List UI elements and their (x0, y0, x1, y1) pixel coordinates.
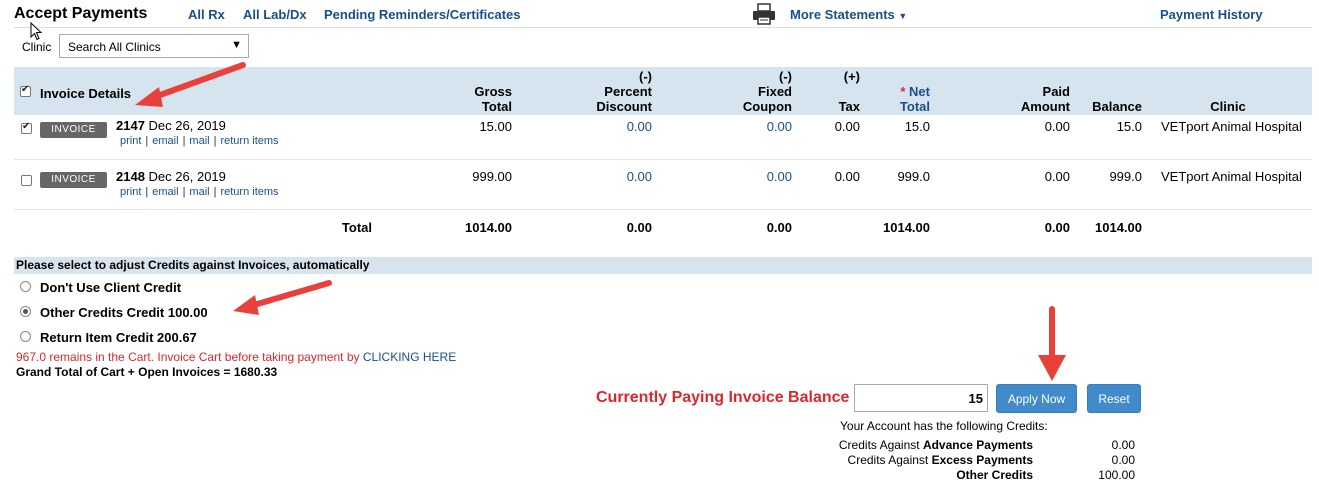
radio-label: Return Item Credit 200.67 (40, 330, 197, 345)
clinic-select[interactable]: Search All Clinics ▼ (59, 34, 249, 58)
radio-label: Don't Use Client Credit (40, 280, 182, 295)
annotation-arrow-icon (233, 280, 332, 315)
balance-value: 999.0 (1109, 169, 1142, 184)
nav-all-rx[interactable]: All Rx (188, 7, 225, 22)
invoice-button[interactable]: INVOICE (40, 172, 107, 188)
paying-balance-label: Currently Paying Invoice Balance (596, 389, 850, 406)
clinic-value: VETport Animal Hospital (1161, 169, 1302, 184)
col-fixed-coupon: (-) Fixed Coupon (742, 69, 792, 114)
percent-discount-value[interactable]: 0.00 (574, 169, 652, 184)
nav-payment-history[interactable]: Payment History (1160, 7, 1263, 22)
other-credits-label: Other Credits (956, 468, 1033, 482)
balance-value: 15.0 (1116, 119, 1142, 134)
printer-icon[interactable] (752, 3, 776, 25)
credits-section-header: Please select to adjust Credits against … (14, 257, 1312, 274)
col-gross: Gross Total (474, 84, 512, 114)
top-bar: Accept Payments All Rx All Lab/Dx Pendin… (0, 0, 1319, 28)
paid-amount-value: 0.00 (1044, 169, 1070, 184)
gross-value: 15.00 (479, 119, 512, 134)
fixed-coupon-value[interactable]: 0.00 (714, 119, 792, 134)
advance-payments-label: Credits Against Advance Payments (838, 438, 1033, 452)
radio-return-item-credit[interactable] (20, 331, 31, 342)
apply-now-button[interactable]: Apply Now (996, 384, 1077, 413)
invoice-button[interactable]: INVOICE (40, 122, 107, 138)
nav-all-labdx[interactable]: All Lab/Dx (243, 7, 307, 22)
nav-pending-reminders[interactable]: Pending Reminders/Certificates (324, 7, 521, 22)
total-percent: 0.00 (626, 220, 652, 235)
reset-button[interactable]: Reset (1087, 384, 1141, 413)
row-checkbox[interactable] (21, 121, 32, 134)
col-invoice-details: Invoice Details (40, 86, 132, 101)
return-items-link[interactable]: return items (220, 135, 278, 147)
mail-link[interactable]: mail (189, 135, 209, 147)
payment-amount-input[interactable]: 15 (854, 384, 988, 412)
more-statements-menu[interactable]: More Statements ▼ (790, 7, 907, 22)
annotation-arrow-icon (1038, 306, 1066, 381)
total-label: Total (341, 220, 372, 235)
total-row: Total 1014.00 0.00 0.00 1014.00 0.00 101… (14, 210, 1312, 246)
page-title: Accept Payments (14, 5, 148, 22)
invoice-links: print | email | mail | return items (120, 186, 279, 198)
table-row: INVOICE 2147 Dec 26, 2019 print|email|ma… (14, 115, 1312, 160)
account-credits-note: Your Account has the following Credits: (840, 419, 1048, 433)
tax-value: 0.00 (834, 169, 860, 184)
col-percent-discount: (-) Percent Discount (596, 69, 652, 114)
col-balance: Balance (1092, 99, 1142, 114)
email-link[interactable]: email (152, 135, 178, 147)
radio-dont-use-credit[interactable] (20, 281, 31, 292)
total-fixed: 0.00 (766, 220, 792, 235)
invoice-table-header: Invoice Details GrossTotal (-)PercentDis… (14, 67, 1312, 115)
radio-other-credits[interactable] (20, 306, 31, 317)
gross-value: 999.00 (472, 169, 512, 184)
cart-warning: 967.0 remains in the Cart. Invoice Cart … (16, 350, 457, 364)
invoice-links: print | email | mail | return items (120, 135, 279, 147)
caret-down-icon: ▼ (898, 11, 908, 21)
mouse-cursor-icon (30, 22, 43, 41)
advance-payments-value: 0.00 (1111, 438, 1135, 452)
caret-down-icon: ▼ (231, 39, 242, 51)
col-paid-amount: Paid Amount (1020, 84, 1070, 114)
clinic-value: VETport Animal Hospital (1161, 119, 1302, 134)
email-link[interactable]: email (152, 186, 178, 198)
total-net: 1014.00 (883, 220, 930, 235)
invoice-number-date: 2147 Dec 26, 2019 (116, 118, 226, 133)
grand-total-text: Grand Total of Cart + Open Invoices = 16… (16, 365, 278, 379)
clinic-label: Clinic (22, 40, 52, 54)
clicking-here-link[interactable]: CLICKING HERE (363, 350, 456, 364)
print-link[interactable]: print (120, 186, 141, 198)
total-gross: 1014.00 (465, 220, 512, 235)
net-total-value: 999.0 (897, 169, 930, 184)
other-credits-value: 100.00 (1098, 468, 1135, 482)
radio-label: Other Credits Credit 100.00 (40, 305, 208, 320)
tax-value: 0.00 (834, 119, 860, 134)
total-paid: 0.00 (1044, 220, 1070, 235)
col-net-total: * Net Total (899, 84, 930, 114)
print-link[interactable]: print (120, 135, 141, 147)
more-statements-label: More Statements (790, 7, 895, 22)
mail-link[interactable]: mail (189, 186, 209, 198)
excess-payments-value: 0.00 (1111, 453, 1135, 467)
col-tax: (+) Tax (838, 69, 860, 114)
paid-amount-value: 0.00 (1044, 119, 1070, 134)
total-balance: 1014.00 (1095, 220, 1142, 235)
clinic-select-value: Search All Clinics (68, 40, 161, 54)
table-row: INVOICE 2148 Dec 26, 2019 print | email | ma… (14, 160, 1312, 210)
percent-discount-value[interactable]: 0.00 (574, 119, 652, 134)
row-checkbox[interactable] (21, 175, 32, 186)
invoice-number-date: 2148 Dec 26, 2019 (116, 169, 226, 184)
divider (14, 27, 1312, 28)
return-items-link[interactable]: return items (220, 186, 278, 198)
fixed-coupon-value[interactable]: 0.00 (714, 169, 792, 184)
select-all-checkbox[interactable] (20, 84, 31, 97)
excess-payments-label: Credits Against Excess Payments (847, 453, 1033, 467)
net-total-value: 15.0 (904, 119, 930, 134)
col-clinic: Clinic (1210, 99, 1246, 114)
